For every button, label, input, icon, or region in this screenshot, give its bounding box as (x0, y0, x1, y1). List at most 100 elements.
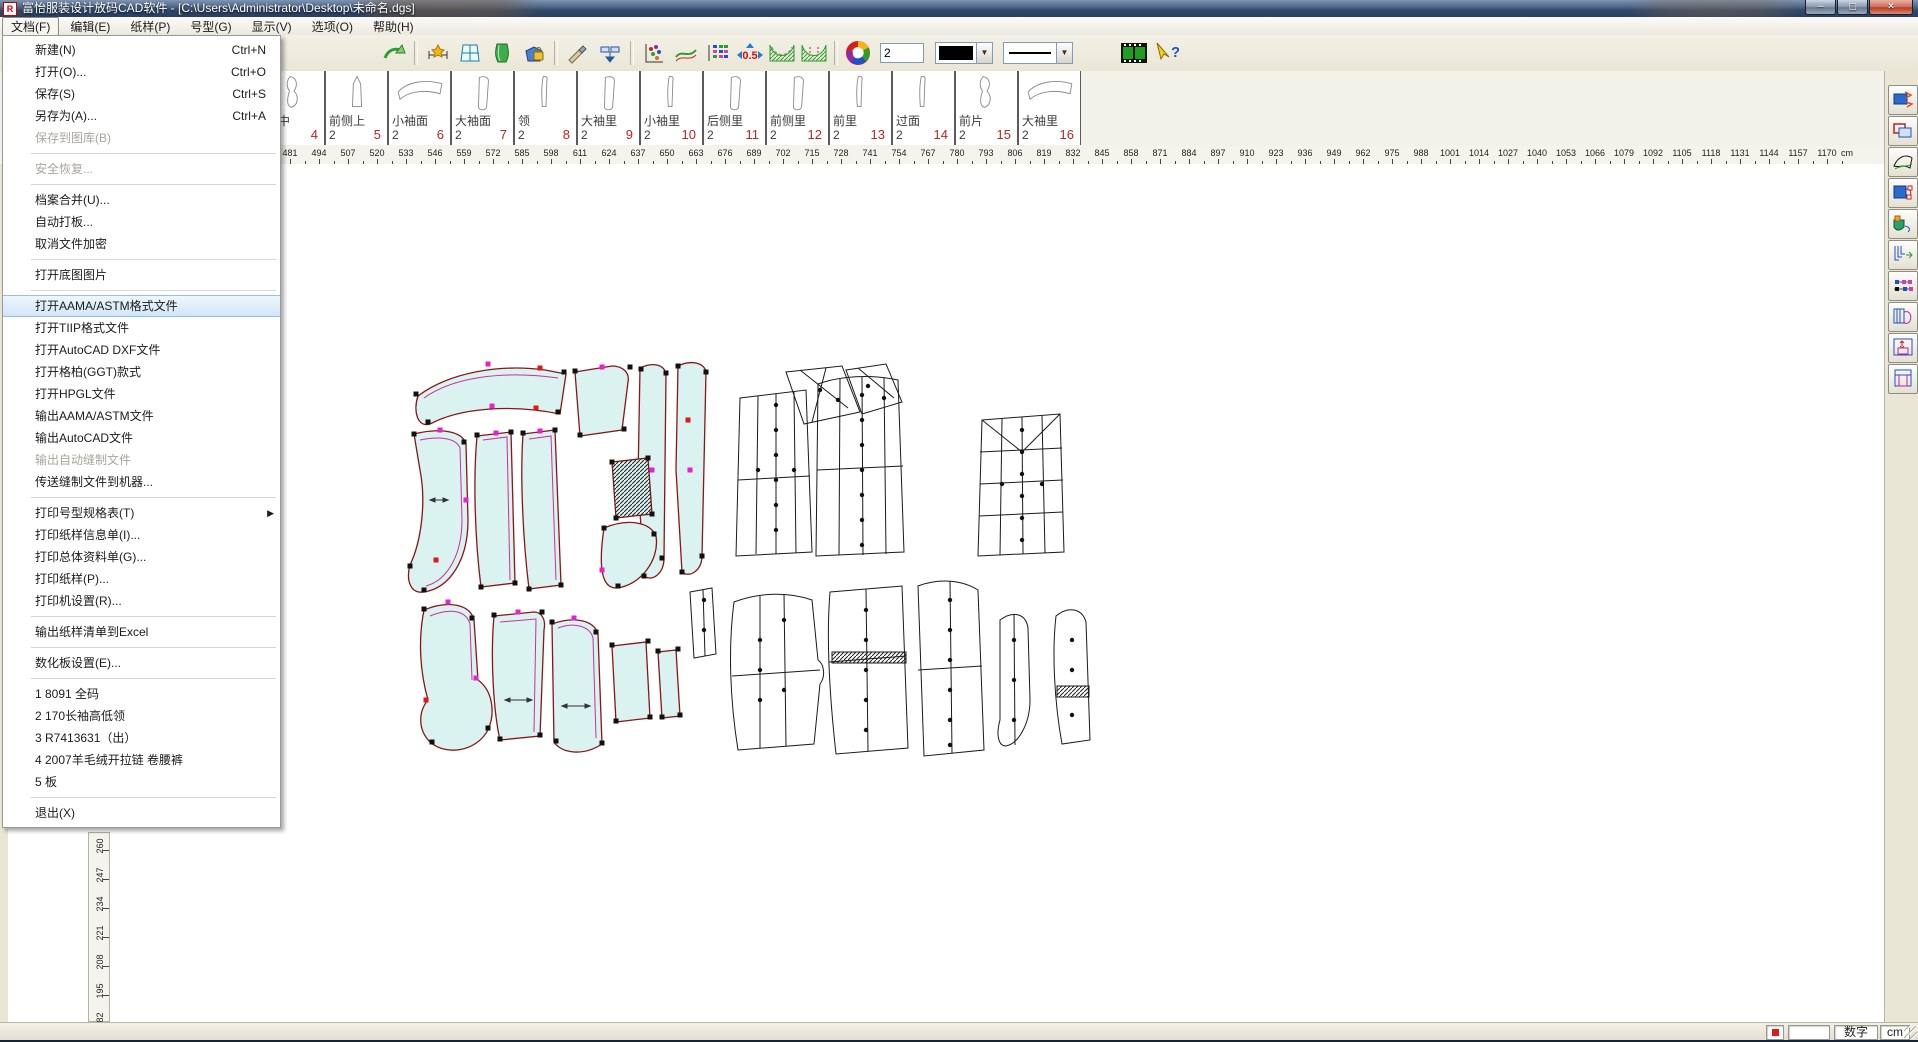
file-menu-item[interactable]: 打开TIIP格式文件 (3, 317, 280, 339)
sidebar-tool-button[interactable] (1888, 333, 1918, 363)
file-menu-item[interactable]: 5 板 (3, 771, 280, 793)
file-menu-item[interactable]: 取消文件加密 (3, 233, 280, 255)
pattern-name: 前侧上 (329, 112, 365, 129)
pattern-cell[interactable]: 小袖面26 (388, 71, 451, 145)
menubar-item-3[interactable]: 纸样(P) (121, 17, 179, 36)
file-menu-item[interactable]: 退出(X) (3, 802, 280, 824)
file-menu-item[interactable]: 打开格柏(GGT)款式 (3, 361, 280, 383)
toolbar-button[interactable] (670, 38, 702, 68)
ruler-tick-label: 689 (746, 148, 761, 158)
menubar-item-4[interactable]: 号型(G) (181, 17, 240, 36)
toolbar-button[interactable] (594, 38, 626, 68)
file-menu-item[interactable]: 4 2007羊毛绒开拉链 卷腰裤 (3, 749, 280, 771)
file-menu-item[interactable]: 输出自动缝制文件 (3, 449, 280, 471)
close-button[interactable]: ✕ (1869, 0, 1913, 15)
pattern-cell[interactable]: 大袖里29 (577, 71, 640, 145)
menubar-item-7[interactable]: 帮助(H) (364, 17, 423, 36)
line-style-dropdown[interactable]: ▼ (1003, 42, 1073, 64)
pattern-cell[interactable]: 后侧里211 (703, 71, 766, 145)
pattern-cell[interactable]: 过面214 (892, 71, 955, 145)
toolbar-button[interactable] (638, 38, 670, 68)
ruler-tick-label: 702 (775, 148, 790, 158)
menubar-item-6[interactable]: 选项(O) (303, 17, 362, 36)
pattern-cell[interactable]: 前里213 (829, 71, 892, 145)
drawing-canvas[interactable] (8, 164, 1884, 1022)
sidebar-tool-button[interactable] (1888, 178, 1918, 208)
file-menu-item[interactable]: 打开AAMA/ASTM格式文件 (3, 295, 280, 317)
menubar-item-5[interactable]: 显示(V) (243, 17, 301, 36)
ruler-tick-label: 832 (1065, 148, 1080, 158)
sidebar-tool-button[interactable] (1888, 271, 1918, 301)
toolbar-button[interactable] (702, 38, 734, 68)
toolbar-button[interactable] (378, 38, 410, 68)
sidebar-tool-button[interactable] (1888, 85, 1918, 115)
ruler-tick-label: 793 (978, 148, 993, 158)
toolbar-button[interactable] (1118, 38, 1150, 68)
interval-05-icon: 0.5 (735, 41, 765, 65)
file-menu-item[interactable]: 打开HPGL文件 (3, 383, 280, 405)
toolbar-button[interactable] (842, 38, 874, 68)
pattern-index: 12 (808, 127, 822, 142)
sidebar-tool-button[interactable] (1888, 209, 1918, 239)
file-menu-item[interactable]: 保存(S)Ctrl+S (3, 83, 280, 105)
pattern-index: 7 (500, 127, 507, 142)
pattern-name: 领 (518, 112, 530, 129)
toolbar-button[interactable] (454, 38, 486, 68)
pattern-cell[interactable]: 前侧上25 (325, 71, 388, 145)
pattern-cell[interactable]: 前片215 (955, 71, 1018, 145)
line-color-dropdown[interactable]: ▼ (935, 42, 993, 64)
file-menu-item[interactable]: 打印机设置(R)... (3, 590, 280, 612)
stroke-width-input[interactable] (880, 43, 924, 63)
pattern-cell[interactable]: 大袖面27 (451, 71, 514, 145)
ruler-tick-label: 728 (833, 148, 848, 158)
toolbar-button[interactable] (486, 38, 518, 68)
toolbar-button[interactable] (518, 38, 550, 68)
pattern-cell[interactable]: 小袖里210 (640, 71, 703, 145)
file-menu-item[interactable]: 传送缝制文件到机器... (3, 471, 280, 493)
file-menu-item[interactable]: 打印纸样(P)... (3, 568, 280, 590)
sidebar-tool-button[interactable] (1888, 116, 1918, 146)
file-menu-item[interactable]: 打印号型规格表(T)▶ (3, 502, 280, 524)
toolbar-button[interactable] (422, 38, 454, 68)
file-menu-item[interactable]: 2 170长袖高低领 (3, 705, 280, 727)
sidebar-tool-button[interactable] (1888, 364, 1918, 394)
file-menu-item[interactable]: 1 8091 全码 (3, 683, 280, 705)
file-menu-item[interactable]: 3 R7413631（出） (3, 727, 280, 749)
file-menu-item[interactable]: 打印总体资料单(G)... (3, 546, 280, 568)
ruler-tick-label: 845 (1094, 148, 1109, 158)
file-menu-item[interactable]: 新建(N)Ctrl+N (3, 39, 280, 61)
chevron-down-icon[interactable]: ▼ (976, 43, 992, 63)
maximize-button[interactable]: ▢ (1837, 0, 1868, 15)
toolbar-button[interactable]: 0.5 (734, 38, 766, 68)
file-menu-item[interactable]: 输出AutoCAD文件 (3, 427, 280, 449)
file-menu-item[interactable]: 自动打板... (3, 211, 280, 233)
file-menu-item[interactable]: 输出AAMA/ASTM文件 (3, 405, 280, 427)
toolbar-button[interactable]: ? (1150, 38, 1182, 68)
sidebar-tool-button[interactable] (1888, 302, 1918, 332)
resize-grip[interactable] (1904, 1026, 1917, 1039)
menubar-item-1[interactable]: 文档(F) (2, 17, 59, 36)
file-menu-item[interactable]: 打印纸样信息单(I)... (3, 524, 280, 546)
sidebar-tool-button[interactable] (1888, 147, 1918, 177)
file-menu-item[interactable]: 输出纸样清单到Excel (3, 621, 280, 643)
menu-item-label: 输出AAMA/ASTM文件 (35, 409, 154, 423)
file-menu-item[interactable]: 数化板设置(E)... (3, 652, 280, 674)
toolbar-button[interactable] (562, 38, 594, 68)
file-menu-item[interactable]: 打开(O)...Ctrl+O (3, 61, 280, 83)
menubar-item-2[interactable]: 编辑(E) (61, 17, 119, 36)
pattern-cell[interactable]: 前侧里212 (766, 71, 829, 145)
file-menu-item[interactable]: 打开底图图片 (3, 264, 280, 286)
chevron-down-icon[interactable]: ▼ (1056, 43, 1072, 63)
minimize-button[interactable]: ─ (1805, 0, 1836, 15)
rotate-piece-icon (1892, 212, 1914, 237)
toolbar-button[interactable] (766, 38, 798, 68)
pattern-cell[interactable]: 领28 (514, 71, 577, 145)
toolbar-button[interactable] (798, 38, 830, 68)
file-menu-item[interactable]: 打开AutoCAD DXF文件 (3, 339, 280, 361)
pattern-cell[interactable]: 大袖里216 (1018, 71, 1081, 145)
file-menu-item[interactable]: 档案合并(U)... (3, 189, 280, 211)
file-menu-item[interactable]: 另存为(A)...Ctrl+A (3, 105, 280, 127)
file-menu-item[interactable]: 安全恢复... (3, 158, 280, 180)
file-menu-item[interactable]: 保存到图库(B) (3, 127, 280, 149)
sidebar-tool-button[interactable] (1888, 240, 1918, 270)
